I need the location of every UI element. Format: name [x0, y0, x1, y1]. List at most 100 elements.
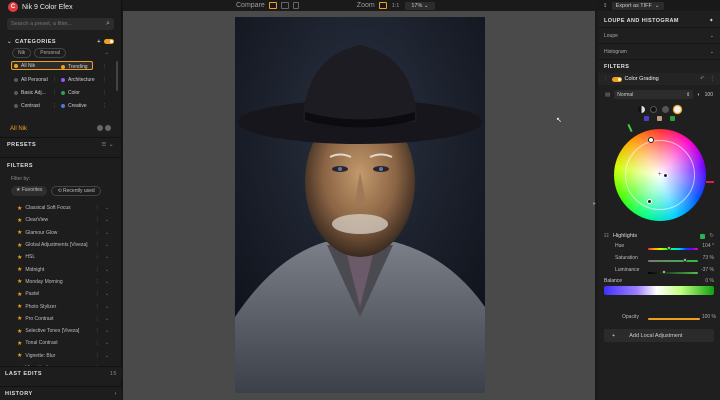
- search-icon[interactable]: ⌕: [106, 20, 110, 28]
- more-icon[interactable]: ⋮: [95, 230, 100, 236]
- reset-icon[interactable]: ↻: [709, 233, 714, 239]
- undo-icon[interactable]: ↶: [700, 76, 705, 82]
- sliders-icon[interactable]: ☷: [604, 233, 609, 239]
- expand-icon[interactable]: ⌄: [105, 230, 109, 236]
- zoom-value-select[interactable]: 17% ⌄: [405, 1, 435, 10]
- expand-icon[interactable]: ⌄: [105, 267, 109, 273]
- highlights-wheel-handle[interactable]: [648, 137, 654, 143]
- filter-item[interactable]: ★ Pastel ⋮ ⌄: [0, 288, 121, 300]
- filter-item[interactable]: ★ Glamour Glow ⋮ ⌄: [0, 227, 121, 239]
- favorite-star-icon[interactable]: ★: [17, 217, 22, 224]
- filter-item[interactable]: ★ Midnight ⋮ ⌄: [0, 263, 121, 275]
- loupe-row[interactable]: Loupe ⌄: [598, 27, 720, 43]
- slider-knob[interactable]: [662, 270, 666, 274]
- slider-track[interactable]: [648, 272, 698, 274]
- search-input[interactable]: [11, 21, 101, 27]
- side-by-side-icon[interactable]: [292, 2, 299, 9]
- pill-nik[interactable]: Nik: [12, 48, 32, 58]
- global-tone-icon[interactable]: [637, 106, 645, 113]
- filter-item[interactable]: ★ ClearView ⋮ ⌄: [0, 214, 121, 226]
- more-icon[interactable]: ⋮: [95, 291, 100, 297]
- fit-icon[interactable]: [378, 2, 387, 9]
- shadows-swatch[interactable]: [649, 106, 657, 113]
- categories-header[interactable]: ⌄ CATEGORIES +: [0, 36, 121, 47]
- midtones-wheel-handle[interactable]: [663, 173, 668, 178]
- filters-header[interactable]: FILTERS: [0, 158, 121, 174]
- more-icon[interactable]: ⋮: [95, 328, 100, 334]
- favorite-star-icon[interactable]: ★: [17, 266, 22, 273]
- favorite-star-icon[interactable]: ★: [17, 328, 22, 335]
- more-icon[interactable]: ⋮: [95, 205, 100, 211]
- filters-panel-header[interactable]: FILTERS: [598, 59, 720, 73]
- opacity-badge[interactable]: 100: [705, 92, 713, 98]
- recently-used-pill[interactable]: ⟲ Recently used: [51, 186, 101, 196]
- more-icon[interactable]: ⋮: [102, 90, 109, 96]
- add-icon[interactable]: [105, 125, 111, 131]
- favorite-star-icon[interactable]: ★: [17, 352, 22, 359]
- category-item[interactable]: Color ⋮: [61, 87, 109, 98]
- last-edits-header[interactable]: LAST EDITS 15: [0, 366, 122, 380]
- expand-icon[interactable]: ⌄: [105, 291, 109, 297]
- add-category-icon[interactable]: +: [97, 39, 101, 45]
- category-item[interactable]: Creative ⋮: [61, 100, 109, 111]
- more-icon[interactable]: ⋮: [95, 304, 100, 310]
- filter-item[interactable]: ★ Photo Stylizer ⋮ ⌄: [0, 300, 121, 312]
- opacity-slider-track[interactable]: [648, 318, 700, 320]
- category-item[interactable]: Contrast ⋮: [11, 100, 59, 111]
- category-item[interactable]: Architecture ⋮: [61, 74, 109, 85]
- list-view-icon[interactable]: ☰ ⌄: [101, 142, 114, 148]
- more-icon[interactable]: ⋮: [102, 64, 109, 70]
- favorite-star-icon[interactable]: ★: [17, 205, 22, 212]
- pills-more-icon[interactable]: ⌄: [104, 50, 109, 56]
- favorite-star-icon[interactable]: ★: [17, 315, 22, 322]
- chevron-down-icon[interactable]: ⌄: [710, 33, 714, 39]
- pin-icon[interactable]: ✦: [709, 18, 714, 24]
- loupe-histogram-header[interactable]: LOUPE AND HISTOGRAM ✦: [598, 15, 720, 27]
- expand-icon[interactable]: ⌄: [105, 254, 109, 260]
- pill-personal[interactable]: Personal: [34, 48, 66, 58]
- image-canvas[interactable]: ↖: [123, 11, 595, 400]
- favorite-star-icon[interactable]: ★: [17, 340, 22, 347]
- expand-icon[interactable]: ⌄: [105, 328, 109, 334]
- expand-icon[interactable]: ⌄: [105, 304, 109, 310]
- remove-icon[interactable]: [97, 125, 103, 131]
- balance-slider[interactable]: [604, 286, 714, 295]
- expand-icon[interactable]: ⌄: [105, 279, 109, 285]
- drag-handle-icon[interactable]: ⋮: [603, 76, 609, 82]
- category-item[interactable]: Basic Adj... ⋮: [11, 87, 59, 98]
- expand-icon[interactable]: ⌄: [105, 316, 109, 322]
- more-icon[interactable]: ⋮: [102, 77, 109, 83]
- slider-track[interactable]: [648, 248, 698, 250]
- blend-mode-select[interactable]: Normal ⇕: [614, 90, 694, 99]
- favorites-pill[interactable]: ★ Favorites: [11, 186, 48, 196]
- favorite-star-icon[interactable]: ★: [17, 291, 22, 298]
- single-view-icon[interactable]: [268, 2, 277, 9]
- filter-enable-toggle[interactable]: [611, 76, 622, 82]
- filter-item[interactable]: ★ Tonal Contrast ⋮ ⌄: [0, 337, 121, 349]
- chevron-down-icon[interactable]: ⌄: [710, 49, 714, 55]
- category-scrollbar[interactable]: [116, 61, 118, 91]
- favorite-star-icon[interactable]: ★: [17, 242, 22, 249]
- filter-item[interactable]: ★ HSL ⋮ ⌄: [0, 251, 121, 263]
- categories-toggle[interactable]: [104, 39, 114, 44]
- favorite-star-icon[interactable]: ★: [17, 278, 22, 285]
- filter-item[interactable]: ★ Global Adjustments [Viveza] ⋮ ⌄: [0, 239, 121, 251]
- more-icon[interactable]: ⋮: [95, 242, 100, 248]
- history-header[interactable]: HISTORY ›: [0, 386, 122, 400]
- histogram-row[interactable]: Histogram ⌄: [598, 43, 720, 59]
- more-icon[interactable]: ⋮: [52, 77, 59, 83]
- filter-item[interactable]: ★ Monday Morning ⋮ ⌄: [0, 276, 121, 288]
- share-icon[interactable]: ⇪: [603, 3, 608, 9]
- filter-item[interactable]: ★ Selective Tones [Viveza] ⋮ ⌄: [0, 325, 121, 337]
- more-icon[interactable]: ⋮: [52, 90, 59, 96]
- filter-item[interactable]: ★ Pro Contrast ⋮ ⌄: [0, 313, 121, 325]
- presets-header[interactable]: PRESETS ☰ ⌄: [0, 138, 121, 152]
- chevron-down-icon[interactable]: ⌄: [7, 39, 12, 45]
- slider-knob[interactable]: [667, 246, 671, 250]
- slider-track[interactable]: [648, 260, 698, 262]
- favorite-star-icon[interactable]: ★: [17, 303, 22, 310]
- more-icon[interactable]: ⋮: [95, 316, 100, 322]
- more-icon[interactable]: ⋮: [102, 103, 109, 109]
- category-item[interactable]: All Personal ⋮: [11, 74, 59, 85]
- midtones-swatch[interactable]: [661, 106, 669, 113]
